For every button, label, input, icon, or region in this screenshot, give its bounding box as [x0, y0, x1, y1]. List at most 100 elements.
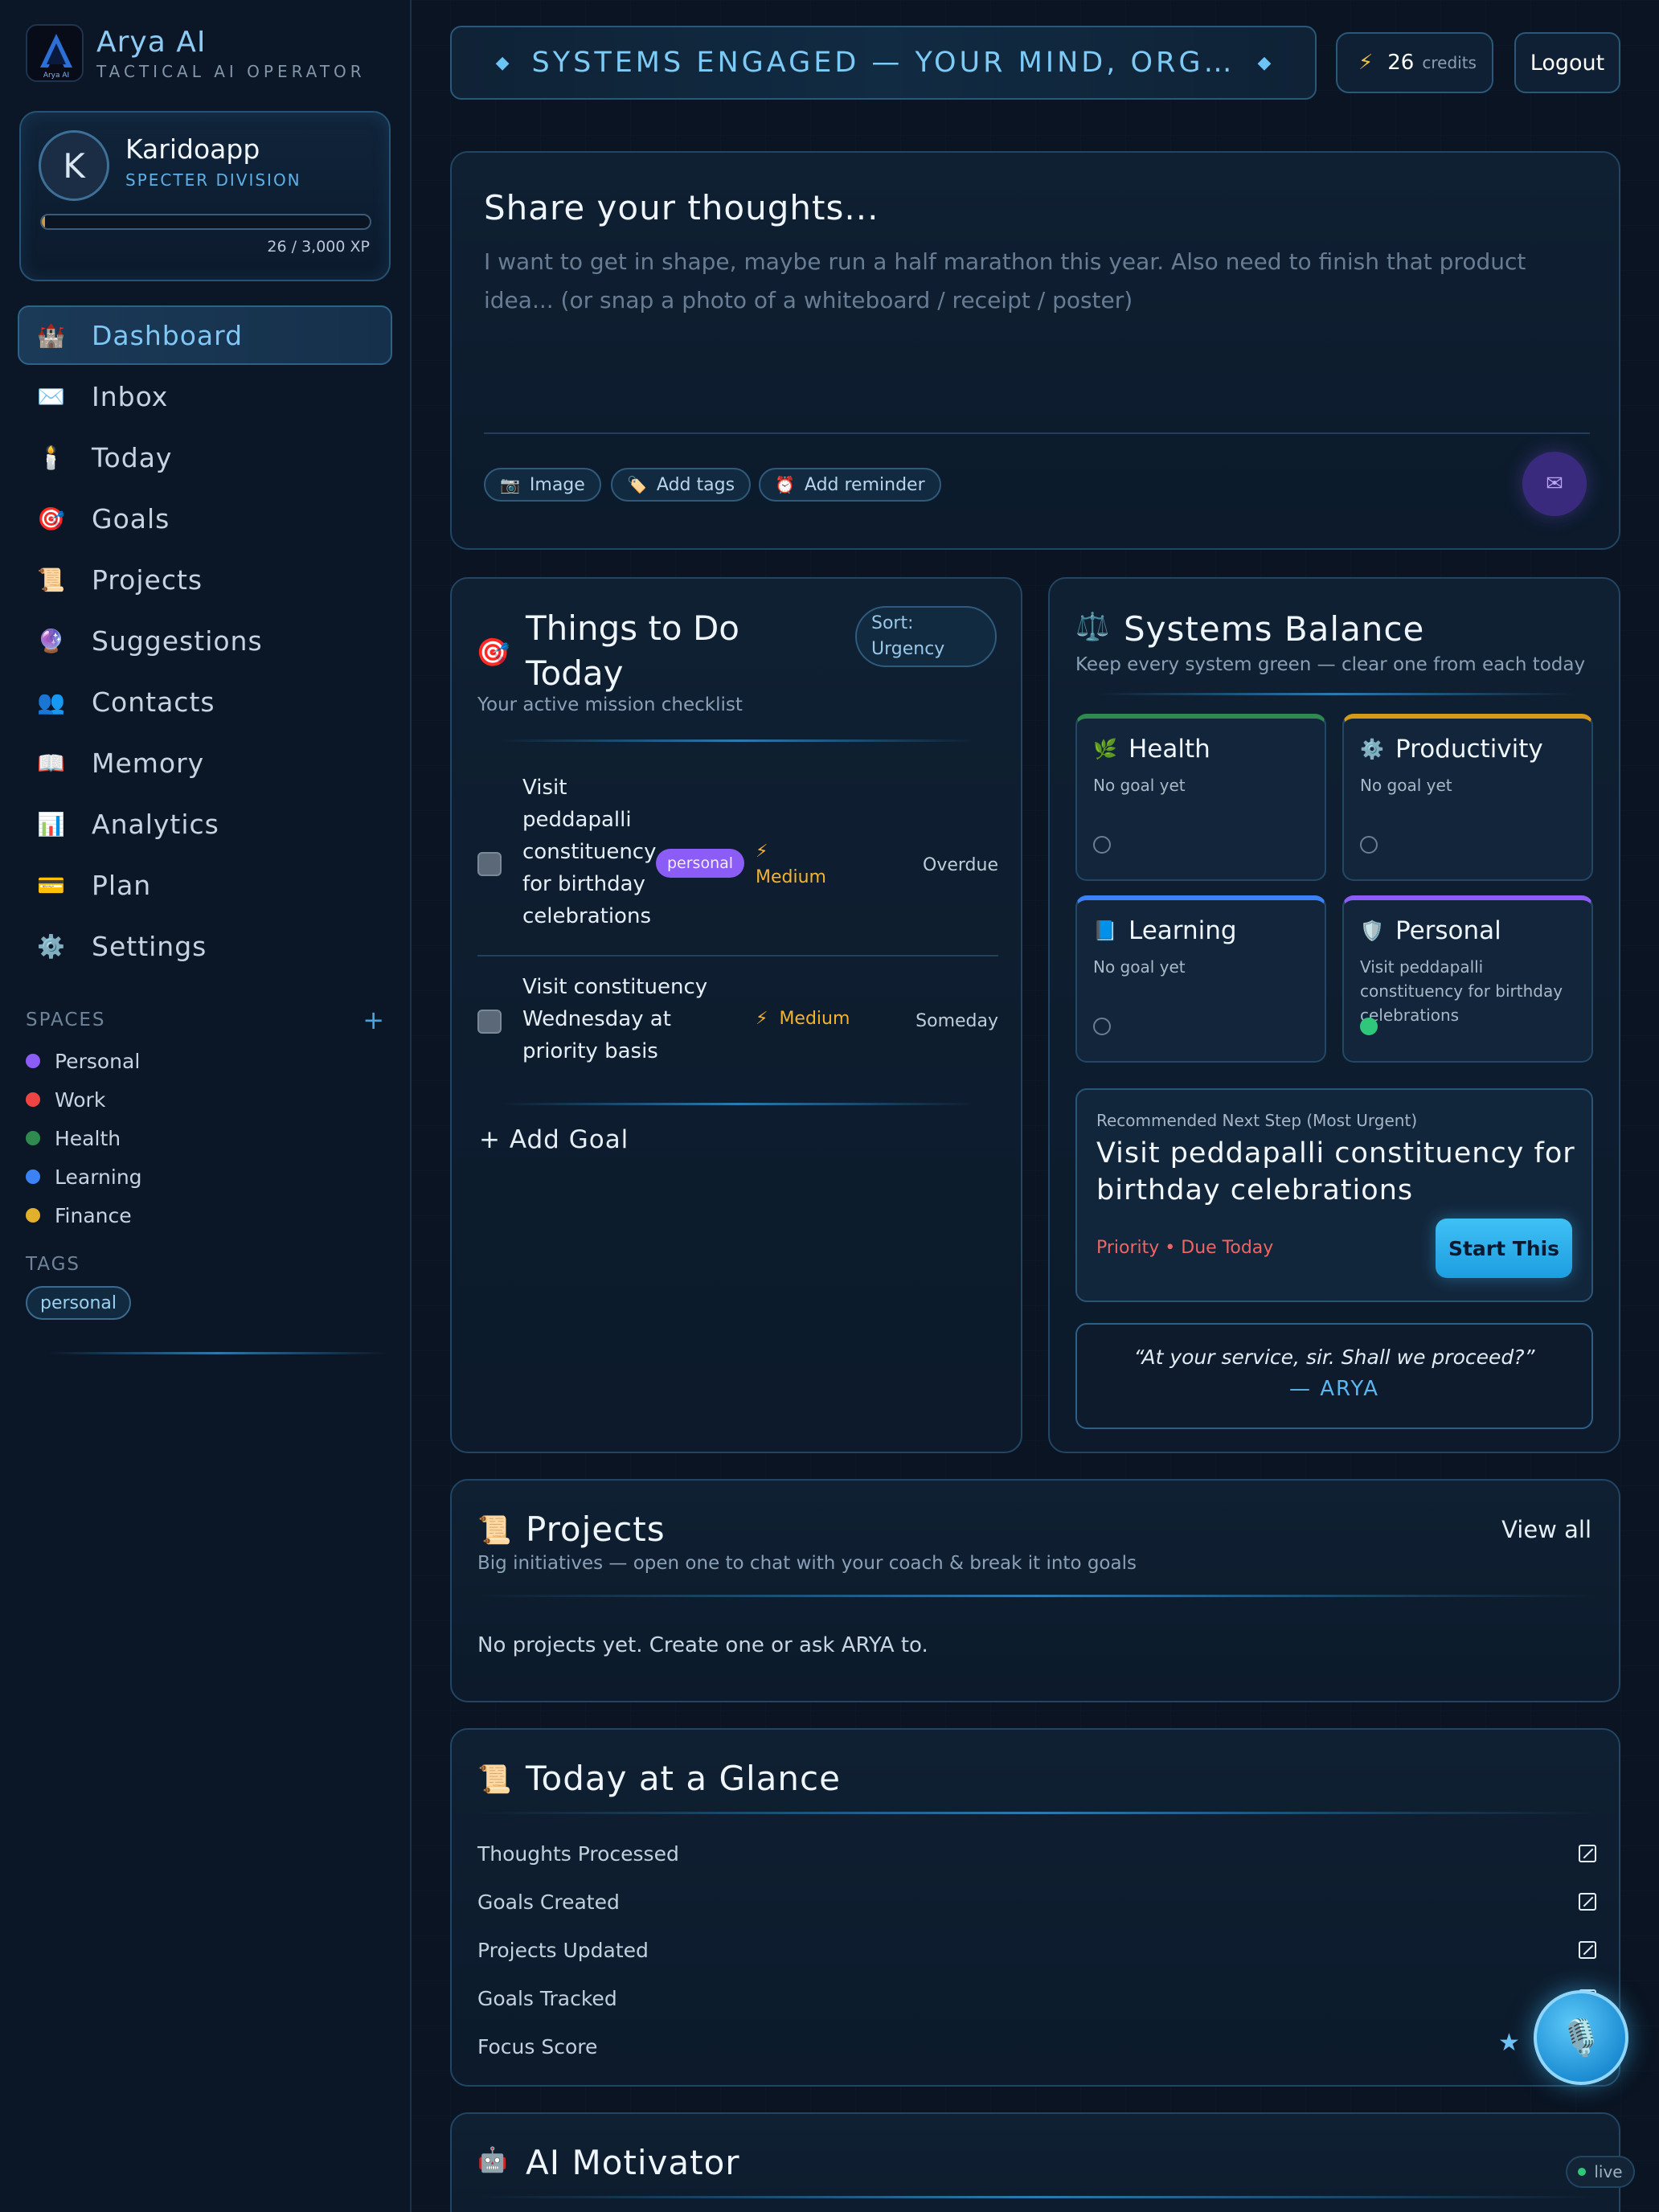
thought-input[interactable]: I want to get in shape, maybe run a half… — [484, 243, 1585, 320]
task-divider — [477, 955, 998, 956]
sidebar-item-label: Today — [92, 441, 173, 473]
image-button-label: Image — [529, 474, 585, 495]
next-step-title: Visit peddapalli constituency for birthd… — [1096, 1137, 1575, 1206]
space-item-health[interactable]: Health — [26, 1119, 142, 1157]
space-color-dot — [26, 1092, 40, 1107]
composer-divider — [484, 432, 1590, 434]
task-checkbox[interactable] — [477, 1010, 502, 1034]
system-card-learning[interactable]: 📘 Learning No goal yet — [1075, 895, 1326, 1063]
xp-progress-fill — [42, 215, 45, 228]
system-card-productivity[interactable]: ⚙️ Productivity No goal yet — [1342, 714, 1593, 881]
profile-division: SPECTER DIVISION — [125, 170, 301, 190]
space-color-dot — [26, 1208, 40, 1223]
glance-row: Goals Created — [477, 1878, 1596, 1926]
sidebar-item-plan[interactable]: 💳 Plan — [18, 855, 392, 915]
sidebar-item-today[interactable]: 🕯️ Today — [18, 428, 392, 487]
target-icon: 🎯 — [37, 505, 65, 532]
sidebar-item-label: Dashboard — [92, 319, 244, 351]
sidebar-item-goals[interactable]: 🎯 Goals — [18, 489, 392, 548]
projects-panel: 📜 Projects View all Big initiatives — op… — [450, 1479, 1620, 1702]
sidebar-item-label: Inbox — [92, 380, 169, 412]
system-card-personal[interactable]: 🛡️ Personal Visit peddapalli constituency … — [1342, 895, 1593, 1063]
robot-icon: 🤖 — [477, 2146, 508, 2174]
sidebar-item-suggestions[interactable]: 🔮 Suggestions — [18, 611, 392, 670]
task-row[interactable]: Visit constituency Wednesday at priority… — [477, 971, 998, 1075]
live-label: live — [1594, 2162, 1623, 2181]
send-button[interactable]: ✉ — [1522, 452, 1587, 516]
avatar: K — [39, 130, 109, 201]
svg-text:Arya AI: Arya AI — [43, 72, 69, 80]
system-name: Personal — [1395, 916, 1501, 945]
motivator-divider — [477, 2196, 1596, 2198]
system-name: Productivity — [1395, 735, 1543, 764]
brand[interactable]: Arya AI Arya AI TACTICAL AI OPERATOR — [26, 24, 366, 82]
system-card-health[interactable]: 🌿 Health No goal yet — [1075, 714, 1326, 881]
lightning-icon: ⚡ — [756, 1009, 768, 1029]
balance-title: Systems Balance — [1124, 609, 1425, 649]
sidebar-item-label: Memory — [92, 747, 205, 779]
sidebar-item-contacts[interactable]: 👥 Contacts — [18, 672, 392, 731]
task-checkbox[interactable] — [477, 852, 502, 876]
todo-divider — [500, 1103, 976, 1105]
add-goal-button[interactable]: + Add Goal — [479, 1125, 629, 1154]
start-this-button[interactable]: Start This — [1436, 1219, 1572, 1278]
lightning-icon: ⚡ — [1358, 51, 1374, 75]
envelope-icon: ✉️ — [37, 383, 65, 410]
edit-square-icon — [1579, 1845, 1596, 1862]
add-reminder-button[interactable]: ⏰ Add reminder — [759, 468, 941, 502]
sidebar-item-projects[interactable]: 📜 Projects — [18, 550, 392, 609]
shield-icon: 🛡️ — [1360, 920, 1384, 942]
task-text: Visit constituency Wednesday at priority… — [522, 975, 708, 1063]
space-item-finance[interactable]: Finance — [26, 1196, 142, 1235]
people-icon: 👥 — [37, 688, 65, 715]
diamond-icon: ◆ — [495, 52, 510, 73]
image-button[interactable]: 📷 Image — [484, 468, 601, 502]
system-goal: No goal yet — [1360, 776, 1452, 795]
voice-input-button[interactable]: 🎙️ — [1534, 1990, 1628, 2085]
sidebar-item-label: Suggestions — [92, 625, 263, 657]
sidebar-item-label: Settings — [92, 930, 207, 962]
task-due: Someday — [916, 1011, 998, 1031]
leaf-icon: 🌿 — [1093, 738, 1117, 760]
space-item-work[interactable]: Work — [26, 1080, 142, 1119]
profile-name: Karidoapp — [125, 133, 260, 165]
view-all-link[interactable]: View all — [1501, 1516, 1591, 1543]
credits-label: credits — [1422, 53, 1477, 72]
space-color-dot — [26, 1169, 40, 1184]
quote-text: “At your service, sir. Shall we proceed?… — [1133, 1346, 1535, 1369]
alarm-clock-icon: ⏰ — [775, 475, 795, 494]
add-tags-button[interactable]: 🏷️ Add tags — [611, 468, 752, 502]
logout-button[interactable]: Logout — [1514, 32, 1620, 93]
credit-card-icon: 💳 — [37, 871, 65, 899]
space-item-learning[interactable]: Learning — [26, 1157, 142, 1196]
scales-icon: ⚖️ — [1075, 611, 1110, 643]
sidebar-divider — [48, 1352, 386, 1354]
sort-select[interactable]: Sort: Urgency — [855, 606, 997, 667]
tag-personal[interactable]: personal — [26, 1286, 132, 1320]
credits-display[interactable]: ⚡ 26 credits — [1336, 32, 1493, 93]
sidebar-item-inbox[interactable]: ✉️ Inbox — [18, 367, 392, 426]
sidebar-item-dashboard[interactable]: 🏰 Dashboard — [18, 305, 392, 365]
task-row[interactable]: Visit peddapalli constituency for birthd… — [477, 772, 998, 961]
space-label: Work — [55, 1088, 106, 1112]
next-step-caption: Recommended Next Step (Most Urgent) — [1096, 1111, 1418, 1130]
glance-row: Focus Score — [477, 2022, 1596, 2071]
add-space-button[interactable]: + — [363, 1005, 384, 1035]
quote-card: “At your service, sir. Shall we proceed?… — [1075, 1323, 1593, 1429]
todo-panel: 🎯 Things to Do Today Sort: Urgency Your … — [450, 577, 1022, 1453]
projects-subtitle: Big initiatives — open one to chat with … — [477, 1553, 1137, 1574]
spaces-list: Personal Work Health Learning Finance — [26, 1042, 142, 1235]
diamond-icon: ◆ — [1257, 52, 1272, 73]
next-step-meta: Priority • Due Today — [1096, 1238, 1274, 1258]
glance-label: Goals Tracked — [477, 1986, 617, 2010]
app-tagline: TACTICAL AI OPERATOR — [96, 61, 366, 81]
systems-balance-panel: ⚖️ Systems Balance Keep every system gre… — [1048, 577, 1620, 1453]
sidebar-item-analytics[interactable]: 📊 Analytics — [18, 794, 392, 854]
tag-icon: 🏷️ — [627, 475, 647, 494]
sidebar-item-settings[interactable]: ⚙️ Settings — [18, 916, 392, 976]
profile-card[interactable]: K Karidoapp SPECTER DIVISION 26 / 3,000 … — [19, 111, 391, 281]
sidebar-item-memory[interactable]: 📖 Memory — [18, 733, 392, 793]
quote-author: — ARYA — [1288, 1377, 1380, 1401]
space-item-personal[interactable]: Personal — [26, 1042, 142, 1080]
xp-progress-bar — [40, 214, 371, 230]
